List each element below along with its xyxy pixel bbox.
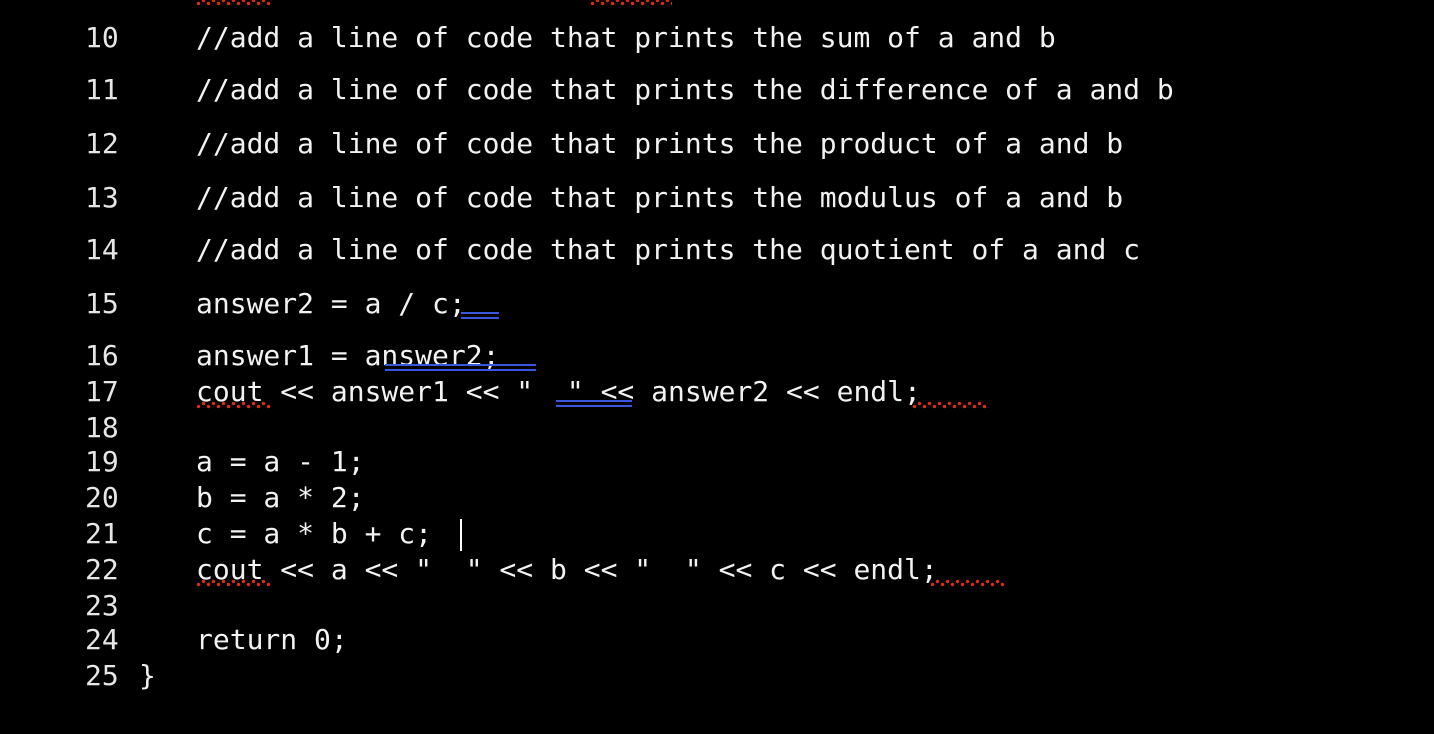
line-number: 10 — [85, 21, 119, 54]
code-line-row[interactable]: 19 a = a - 1; — [0, 444, 1434, 480]
line-number: 16 — [85, 339, 119, 372]
line-number: 12 — [85, 127, 119, 160]
line-content: cout << answer1 << " " << answer2 << end… — [196, 375, 921, 408]
line-number: 13 — [85, 181, 119, 214]
line-number: 18 — [85, 411, 119, 444]
line-content: b = a * 2; — [196, 481, 365, 514]
code-line-row[interactable]: 12 //add a line of code that prints the … — [0, 126, 1434, 162]
line-number: 25 — [85, 659, 119, 692]
line-content: answer1 = answer2; — [196, 339, 500, 372]
code-line-row[interactable]: 22 cout << a << " " << b << " " << c << … — [0, 552, 1434, 588]
line-content: //add a line of code that prints the sum… — [196, 21, 1056, 54]
code-line-row[interactable]: 16 answer1 = answer2; — [0, 338, 1434, 374]
line-content: cout << a << " " << b << " " << c << end… — [196, 553, 938, 586]
code-line-row[interactable]: 10 //add a line of code that prints the … — [0, 20, 1434, 56]
line-content: //add a line of code that prints the mod… — [196, 181, 1124, 214]
line-number: 19 — [85, 445, 119, 478]
line-content: //add a line of code that prints the dif… — [196, 73, 1174, 106]
code-editor[interactable]: 10 //add a line of code that prints the … — [0, 0, 1434, 732]
error-squiggle-icon — [590, 0, 672, 6]
line-number: 20 — [85, 481, 119, 514]
code-line-row[interactable]: 17 cout << answer1 << " " << answer2 << … — [0, 374, 1434, 410]
line-number: 17 — [85, 375, 119, 408]
code-line-row[interactable]: 13 //add a line of code that prints the … — [0, 180, 1434, 216]
line-number: 21 — [85, 517, 119, 550]
line-number: 11 — [85, 73, 119, 106]
line-content: } — [139, 659, 156, 692]
line-number: 22 — [85, 553, 119, 586]
code-line-row[interactable]: 25 } — [0, 658, 1434, 694]
line-content: return 0; — [196, 623, 348, 656]
code-line-row[interactable]: 23 — [0, 588, 1434, 624]
code-line-row[interactable]: 20 b = a * 2; — [0, 480, 1434, 516]
line-content: c = a * b + c; — [196, 517, 433, 550]
code-line-row[interactable]: 21 c = a * b + c; — [0, 516, 1434, 552]
text-caret — [460, 519, 462, 551]
error-squiggle-icon — [196, 0, 272, 6]
line-content: a = a - 1; — [196, 445, 365, 478]
code-line-row[interactable]: 24 return 0; — [0, 622, 1434, 658]
line-number: 14 — [85, 233, 119, 266]
code-line-row[interactable]: 18 — [0, 410, 1434, 446]
line-number: 23 — [85, 589, 119, 622]
line-content: //add a line of code that prints the pro… — [196, 127, 1124, 160]
line-number: 24 — [85, 623, 119, 656]
line-content: //add a line of code that prints the quo… — [196, 233, 1141, 266]
code-line-row[interactable]: 11 //add a line of code that prints the … — [0, 72, 1434, 108]
code-line-row[interactable]: 15 answer2 = a / c; — [0, 286, 1434, 322]
line-content: answer2 = a / c; — [196, 287, 466, 320]
line-number: 15 — [85, 287, 119, 320]
code-line-row[interactable]: 14 //add a line of code that prints the … — [0, 232, 1434, 268]
